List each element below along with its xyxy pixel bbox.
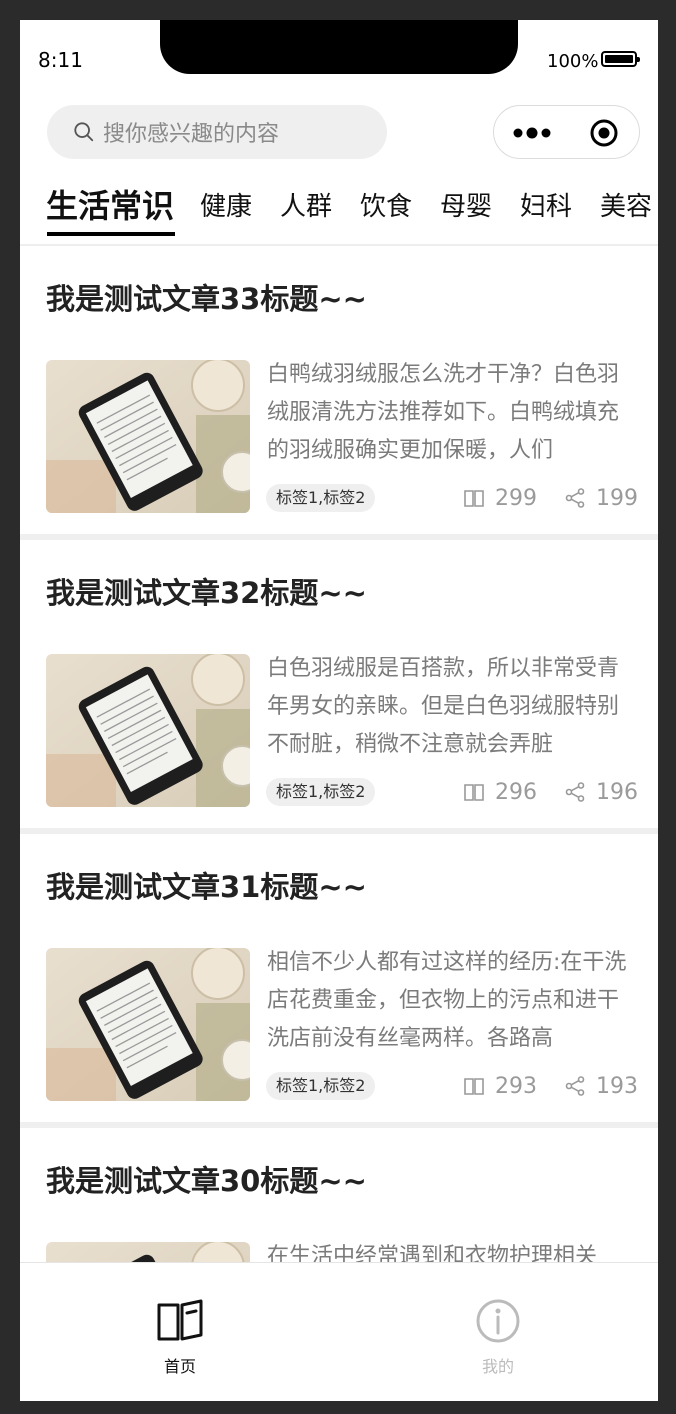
- miniprogram-capsule: [493, 105, 640, 159]
- tabbar-mine[interactable]: 我的: [418, 1263, 578, 1401]
- read-count-value: 296: [495, 779, 537, 805]
- read-count-value: 293: [495, 1073, 537, 1099]
- article-card[interactable]: 我是测试文章31标题~~ 相信不少人都有过这样的经历:在干洗店花费重金，但衣物上…: [20, 834, 658, 1122]
- tab-maternal[interactable]: 母婴: [440, 186, 492, 223]
- tab-groups[interactable]: 人群: [280, 186, 332, 223]
- article-summary: 在生活中经常遇到和衣物护理相关: [267, 1244, 598, 1262]
- more-icon[interactable]: [512, 122, 552, 144]
- tab-beauty[interactable]: 美容: [600, 186, 652, 223]
- share-count-value: 196: [596, 779, 638, 805]
- status-bar: 8:11 100%: [20, 20, 658, 100]
- read-count: 299: [463, 484, 537, 512]
- share-count[interactable]: 199: [564, 484, 638, 512]
- search-icon: [74, 122, 94, 142]
- read-count-value: 299: [495, 485, 537, 511]
- tabbar-home-label: 首页: [163, 1357, 196, 1376]
- book-icon: [464, 1078, 484, 1095]
- read-count: 293: [463, 1072, 537, 1100]
- notch: [160, 20, 518, 74]
- article-tags: 标签1,标签2: [266, 778, 376, 806]
- tab-health[interactable]: 健康: [200, 186, 252, 223]
- battery-percentage: 100%: [547, 51, 599, 72]
- article-summary: 白鸭绒羽绒服怎么洗才干净？白色羽绒服清洗方法推荐如下。白鸭绒填充的羽绒服确实更加…: [267, 362, 620, 463]
- share-count-value: 199: [596, 485, 638, 511]
- article-title: 我是测试文章32标题~~: [46, 576, 367, 610]
- bottom-tabbar: 首页 我的: [20, 1262, 658, 1401]
- info-icon: [476, 1299, 520, 1343]
- book-icon: [464, 490, 484, 507]
- share-count-value: 193: [596, 1073, 638, 1099]
- tab-life-tips[interactable]: 生活常识: [46, 181, 174, 227]
- tabbar-home[interactable]: 首页: [100, 1263, 260, 1401]
- article-feed: 我是测试文章33标题~~ 白鸭绒羽绒服怎么洗才干净？白色羽绒服清洗方法推荐如下。…: [20, 246, 658, 1262]
- article-thumbnail: [46, 1242, 250, 1262]
- article-title: 我是测试文章30标题~~: [46, 1164, 367, 1198]
- article-thumbnail: [46, 654, 250, 807]
- status-time: 8:11: [38, 48, 83, 72]
- article-thumbnail: [46, 948, 250, 1101]
- read-count: 296: [463, 778, 537, 806]
- tab-diet[interactable]: 饮食: [360, 186, 412, 223]
- article-card[interactable]: 我是测试文章33标题~~ 白鸭绒羽绒服怎么洗才干净？白色羽绒服清洗方法推荐如下。…: [20, 246, 658, 534]
- article-summary: 白色羽绒服是百搭款，所以非常受青年男女的亲睐。但是白色羽绒服特别不耐脏，稍微不注…: [267, 656, 620, 757]
- share-count[interactable]: 193: [564, 1072, 638, 1100]
- book-icon: [157, 1299, 203, 1341]
- book-icon: [464, 784, 484, 801]
- share-icon: [565, 782, 585, 802]
- article-card[interactable]: 我是测试文章30标题~~ 在生活中经常遇到和衣物护理相关: [20, 1128, 658, 1262]
- tabbar-mine-label: 我的: [481, 1357, 514, 1376]
- article-tags: 标签1,标签2: [266, 1072, 376, 1100]
- article-title: 我是测试文章33标题~~: [46, 282, 367, 316]
- tab-gynecology[interactable]: 妇科: [520, 186, 572, 223]
- share-count[interactable]: 196: [564, 778, 638, 806]
- close-miniprogram-icon[interactable]: [590, 119, 618, 147]
- share-icon: [565, 488, 585, 508]
- search-bar[interactable]: 搜你感兴趣的内容: [47, 105, 387, 159]
- battery-icon: [601, 51, 640, 67]
- article-thumbnail: [46, 360, 250, 513]
- article-summary: 相信不少人都有过这样的经历:在干洗店花费重金，但衣物上的污点和进干洗店前没有丝毫…: [267, 950, 627, 1051]
- share-icon: [565, 1076, 585, 1096]
- article-tags: 标签1,标签2: [266, 484, 376, 512]
- article-card[interactable]: 我是测试文章32标题~~ 白色羽绒服是百搭款，所以非常受青年男女的亲睐。但是白色…: [20, 540, 658, 828]
- search-placeholder: 搜你感兴趣的内容: [103, 122, 280, 147]
- article-title: 我是测试文章31标题~~: [46, 870, 367, 904]
- category-tabs: 生活常识 健康 人群 饮食 母婴 妇科 美容: [20, 178, 658, 244]
- phone-screen: 8:11 100% 搜你感兴趣的内容 生活常识 健康 人群 饮食 母婴 妇科 美…: [20, 20, 658, 1401]
- active-tab-indicator: [47, 232, 175, 236]
